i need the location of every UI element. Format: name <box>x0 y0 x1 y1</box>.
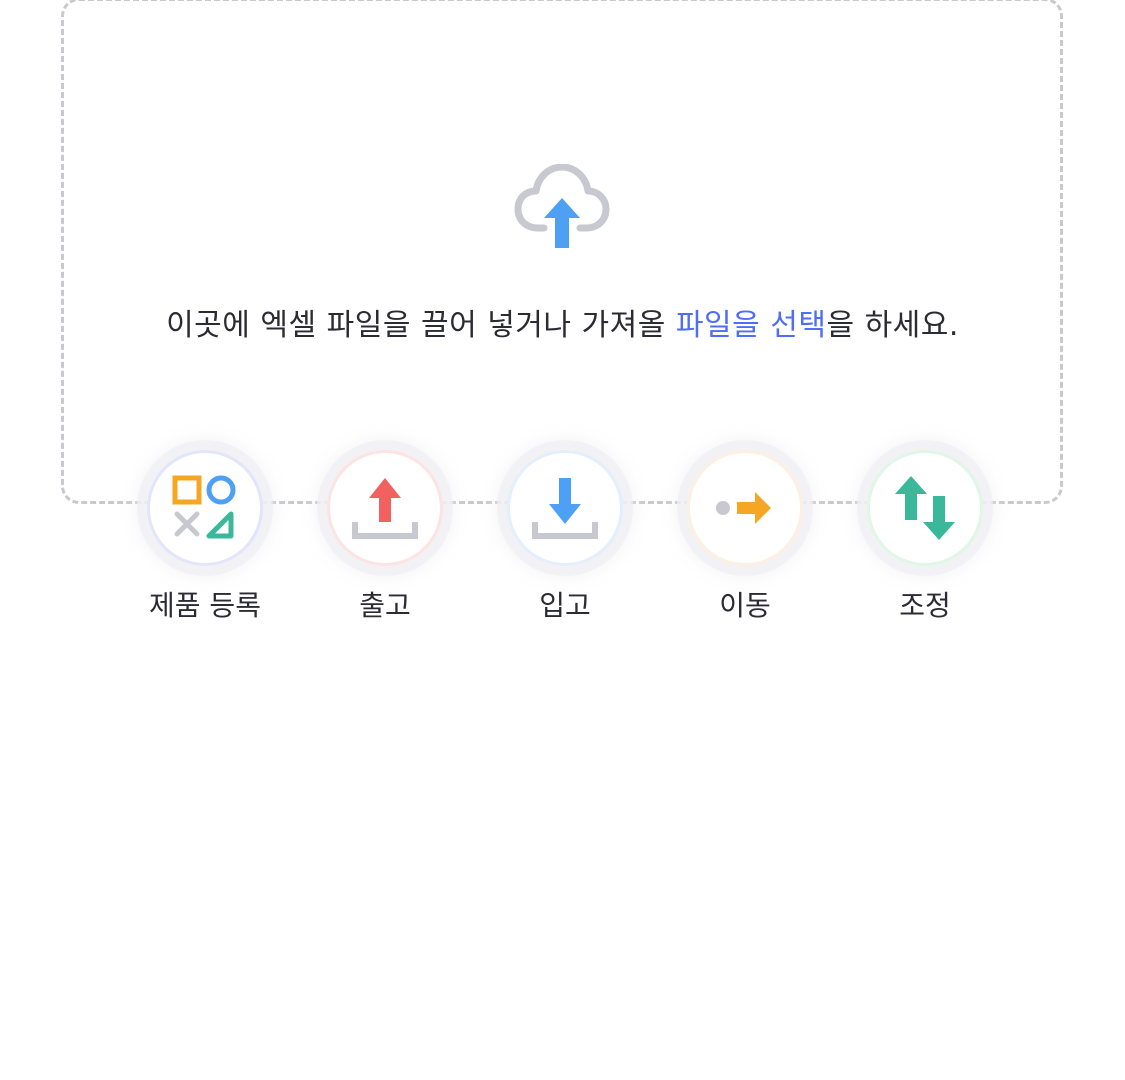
adjust-arrows-icon <box>895 476 955 540</box>
adjust-button[interactable]: 조정 <box>835 448 1015 638</box>
upload-arrow-icon <box>352 478 418 539</box>
file-drop-zone[interactable] <box>61 0 1063 504</box>
select-file-link[interactable]: 파일을 선택 <box>676 308 827 343</box>
drop-instruction-text: 이곳에 엑셀 파일을 끌어 넣거나 가져올 <box>166 308 676 343</box>
move-label: 이동 <box>719 589 771 622</box>
outbound-label: 출고 <box>359 589 411 622</box>
inbound-circle <box>507 450 623 566</box>
inbound-label: 입고 <box>539 589 591 622</box>
cloud-upload-icon <box>514 164 610 248</box>
drop-instruction: 이곳에 엑셀 파일을 끌어 넣거나 가져올 파일을 선택을 하세요. <box>0 306 1125 346</box>
move-circle <box>687 450 803 566</box>
outbound-button[interactable]: 출고 <box>295 448 475 638</box>
shapes-icon <box>172 475 236 539</box>
move-arrow-icon <box>716 492 771 524</box>
product-register-circle <box>147 450 263 566</box>
product-register-button[interactable]: 제품 등록 <box>115 448 295 638</box>
drop-instruction-suffix: 을 하세요. <box>826 308 959 343</box>
outbound-circle <box>327 450 443 566</box>
product-register-label: 제품 등록 <box>149 589 261 622</box>
move-button[interactable]: 이동 <box>655 448 835 638</box>
inbound-button[interactable]: 입고 <box>475 448 655 638</box>
adjust-circle <box>867 450 983 566</box>
adjust-label: 조정 <box>899 589 951 622</box>
download-arrow-icon <box>532 478 598 539</box>
